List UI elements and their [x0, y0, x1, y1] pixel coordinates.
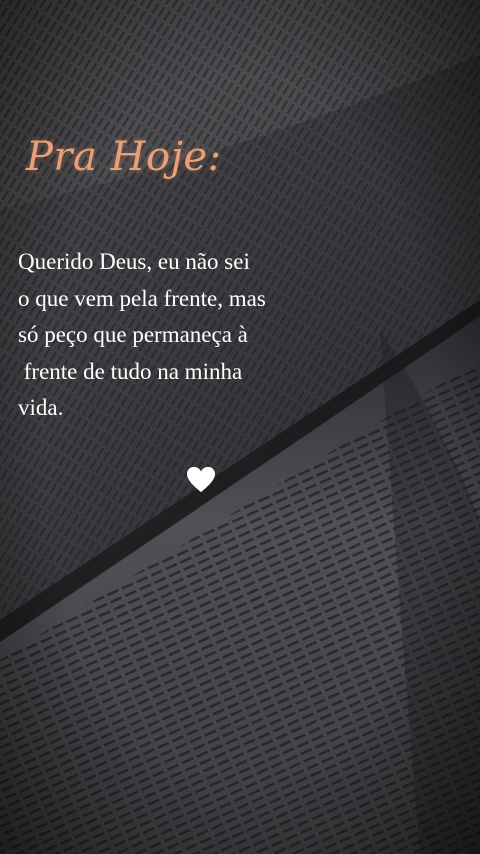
message-line: vida.	[18, 395, 64, 420]
story-title: Pra Hoje:	[26, 134, 222, 180]
message-line: só peço que permaneça à	[18, 322, 248, 347]
heart-icon	[187, 466, 215, 493]
message-line: o que vem pela frente, mas	[18, 285, 266, 311]
bible-pages-background	[0, 0, 480, 854]
story-message: Querido Deus, eu não sei o que vem pela …	[18, 244, 348, 427]
message-line: Querido Deus, eu não sei	[18, 249, 250, 274]
story-scene: Pra Hoje: Querido Deus, eu não sei o que…	[0, 0, 480, 854]
message-line: frente de tudo na minha	[18, 358, 243, 384]
